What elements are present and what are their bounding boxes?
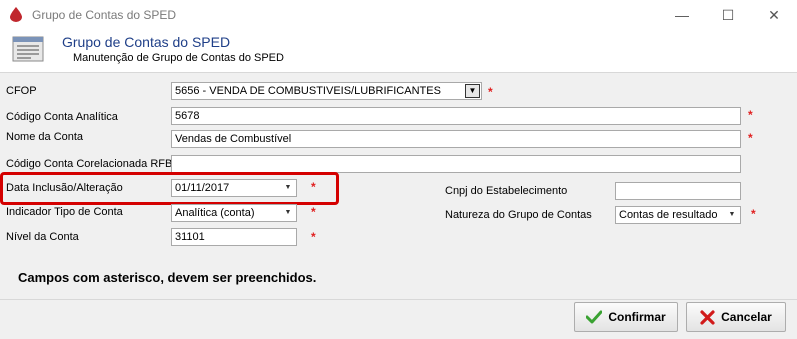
nome-conta-label: Nome da Conta — [6, 131, 84, 143]
nome-conta-input[interactable]: Vendas de Combustível — [171, 130, 741, 148]
indicador-tipo-select[interactable]: Analítica (conta) ▼ — [171, 204, 297, 222]
confirmar-button[interactable]: Confirmar — [574, 302, 678, 332]
cancelar-button[interactable]: Cancelar — [686, 302, 786, 332]
cfop-select[interactable]: 5656 - VENDA DE COMBUSTIVEIS/LUBRIFICANT… — [171, 82, 482, 100]
natureza-grupo-value: Contas de resultado — [619, 209, 718, 221]
cfop-value: 5656 - VENDA DE COMBUSTIVEIS/LUBRIFICANT… — [175, 85, 441, 97]
window-title: Grupo de Contas do SPED — [32, 8, 177, 22]
data-inclusao-value: 01/11/2017 — [175, 182, 230, 194]
dropdown-arrow-icon[interactable]: ▼ — [280, 180, 296, 196]
nivel-conta-input[interactable]: 31101 — [171, 228, 297, 246]
nivel-conta-label: Nível da Conta — [6, 231, 79, 243]
required-marker: * — [311, 180, 316, 194]
cfop-label: CFOP — [6, 85, 37, 97]
form-subtitle: Manutenção de Grupo de Contas do SPED — [73, 52, 284, 64]
cnpj-input[interactable] — [615, 182, 741, 200]
natureza-grupo-select[interactable]: Contas de resultado ▼ — [615, 206, 741, 224]
codigo-corelacionada-input[interactable] — [171, 155, 741, 173]
required-marker: * — [751, 207, 756, 221]
form-title: Grupo de Contas do SPED — [62, 34, 231, 50]
dropdown-arrow-icon[interactable]: ▼ — [724, 207, 740, 223]
natureza-grupo-label: Natureza do Grupo de Contas — [445, 209, 592, 221]
codigo-conta-analitica-input[interactable]: 5678 — [171, 107, 741, 125]
data-inclusao-label: Data Inclusão/Alteração — [6, 182, 123, 194]
data-inclusao-picker[interactable]: 01/11/2017 ▼ — [171, 179, 297, 197]
minimize-icon[interactable]: — — [659, 0, 705, 30]
checkmark-icon — [586, 310, 603, 324]
codigo-corelacionada-label: Código Conta Corelacionada RFB — [6, 158, 173, 170]
maximize-icon[interactable]: ☐ — [705, 0, 751, 30]
dropdown-arrow-icon[interactable]: ▼ — [465, 84, 480, 98]
required-marker: * — [311, 230, 316, 244]
close-icon[interactable]: ✕ — [751, 0, 797, 30]
form-header-icon — [12, 36, 44, 62]
required-marker: * — [488, 85, 493, 99]
cnpj-label: Cnpj do Estabelecimento — [445, 185, 568, 197]
x-cancel-icon — [700, 309, 715, 325]
required-marker: * — [748, 131, 753, 145]
indicador-tipo-value: Analítica (conta) — [175, 207, 255, 219]
required-marker: * — [311, 205, 316, 219]
cancelar-label: Cancelar — [721, 310, 772, 324]
indicador-tipo-label: Indicador Tipo de Conta — [6, 206, 123, 218]
required-fields-note: Campos com asterisco, devem ser preenchi… — [18, 270, 317, 285]
dropdown-arrow-icon[interactable]: ▼ — [280, 205, 296, 221]
required-marker: * — [748, 108, 753, 122]
app-drop-icon — [10, 7, 22, 22]
codigo-conta-analitica-label: Código Conta Analítica — [6, 111, 118, 123]
confirmar-label: Confirmar — [608, 310, 666, 324]
